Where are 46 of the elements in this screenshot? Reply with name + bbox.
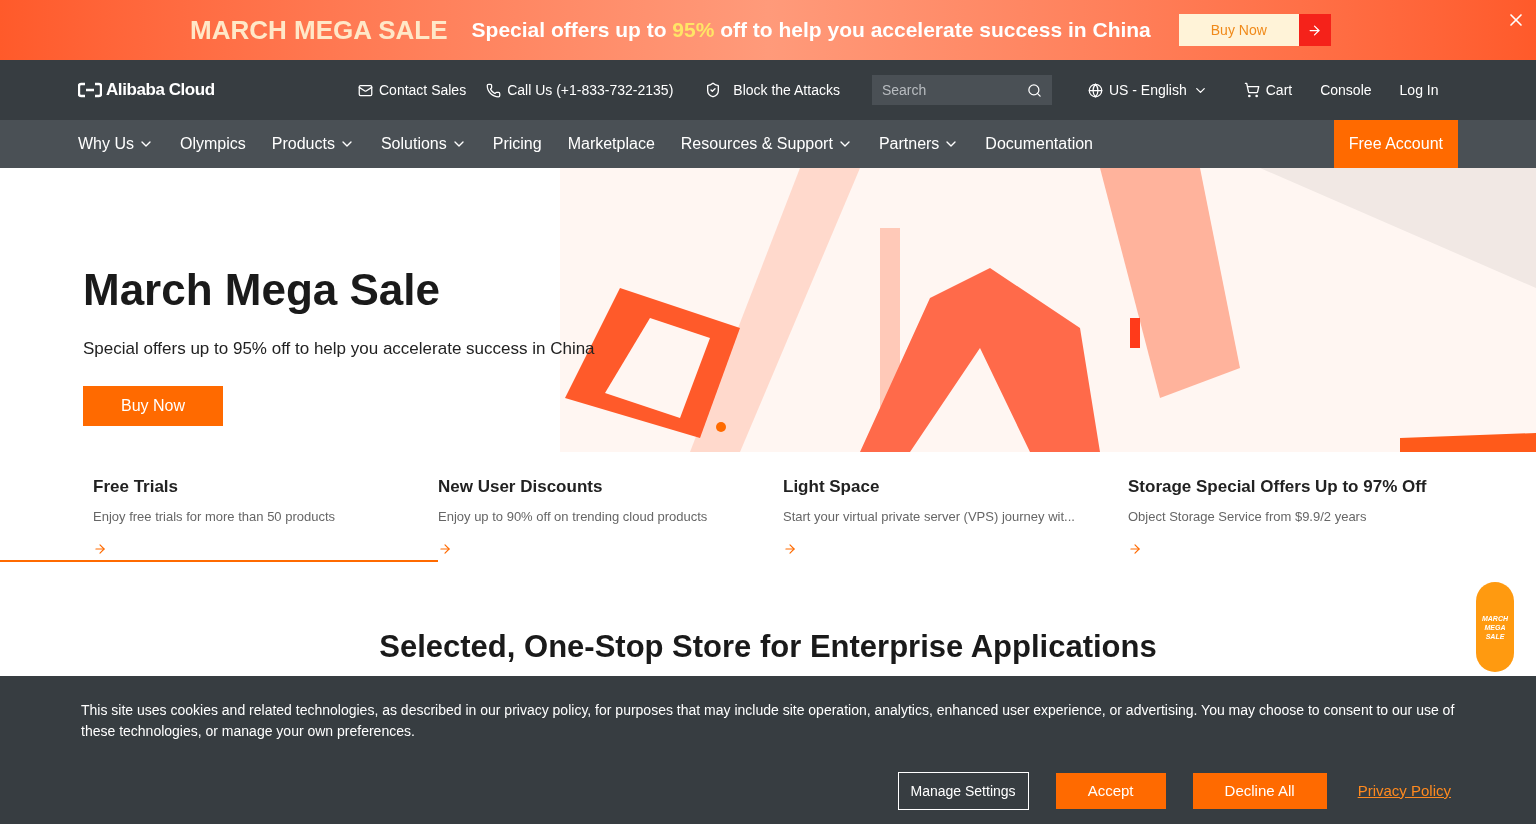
feature-text: Start your virtual private server (VPS) journey wit... [783,507,1075,526]
nav-item[interactable]: Partners [878,132,960,156]
privacy-policy-link[interactable]: Privacy Policy [1353,779,1455,803]
feature-text: Enjoy free trials for more than 50 products [93,507,336,526]
nav-item[interactable]: Resources & Support [680,132,853,156]
nav-item[interactable]: Marketplace [567,132,655,156]
search-icon [1026,82,1042,98]
nav-item[interactable]: Why Us [78,132,154,156]
cookie-button[interactable]: Manage Settings [897,772,1029,810]
console-link[interactable]: Console [1320,79,1372,101]
cart-icon [1243,82,1260,98]
feature-tab[interactable]: Free Trials Enjoy free trials for more than 50 products [0,452,438,562]
nav-item[interactable]: Products [271,132,355,156]
promo-text: Special offers up to 95% off to help you accelerate success in China [471,17,1151,44]
feature-tab[interactable]: Light Space Start your virtual private server (VPS) journey wit... [783,452,1128,562]
nav-item[interactable]: Olympics [180,132,246,156]
promo-title: MARCH MEGA SALE [190,13,448,47]
header-link[interactable]: Call Us (+1-833-732-2135) [486,79,674,101]
cart-link[interactable]: Cart [1243,79,1293,101]
logo[interactable]: Alibaba Cloud [78,77,358,103]
phone-icon [486,82,502,98]
header-link[interactable]: Block the Attacks [705,79,840,101]
login-link[interactable]: Log In [1399,79,1439,101]
section-title: Selected, One-Stop Store for Enterprise Applications [379,628,1157,666]
feature-text: Object Storage Service from $9.9/2 years [1128,507,1367,526]
nav-item[interactable]: Solutions [380,132,467,156]
feature-title: Free Trials [93,476,179,498]
arrow-icon [783,542,797,556]
nav-item[interactable]: Documentation [985,132,1093,156]
cookie-text: This site uses cookies and related technologies, as described in our privacy policy, for purposes that may include site operation, analytics, enhanced user experience, or advertising. You may choose to consent to our use of these technologies, or manage your own preferences. [81,701,1455,741]
search-field[interactable]: Search [871,75,1052,105]
feature-title: Light Space [783,476,880,498]
feature-title: Storage Special Offers Up to 97% Off [1128,476,1427,498]
shield-icon [705,82,722,98]
logo-icon [78,82,102,98]
feature-tab[interactable]: Storage Special Offers Up to 97% Off Object Storage Service from $9.9/2 years [1128,452,1473,562]
header-link[interactable]: Contact Sales [358,79,467,101]
feature-text: Enjoy up to 90% off on trending cloud products [438,507,708,526]
mail-icon [358,82,373,98]
globe-icon [1087,82,1103,98]
feature-title: New User Discounts [438,476,603,498]
language-selector[interactable]: US - English [1087,79,1208,101]
nav-item[interactable]: Pricing [492,132,542,156]
feature-tab[interactable]: New User Discounts Enjoy up to 90% off on trending cloud products [438,452,783,562]
hero-title: March Mega Sale [83,264,441,316]
search-input[interactable]: Search [881,79,1012,101]
